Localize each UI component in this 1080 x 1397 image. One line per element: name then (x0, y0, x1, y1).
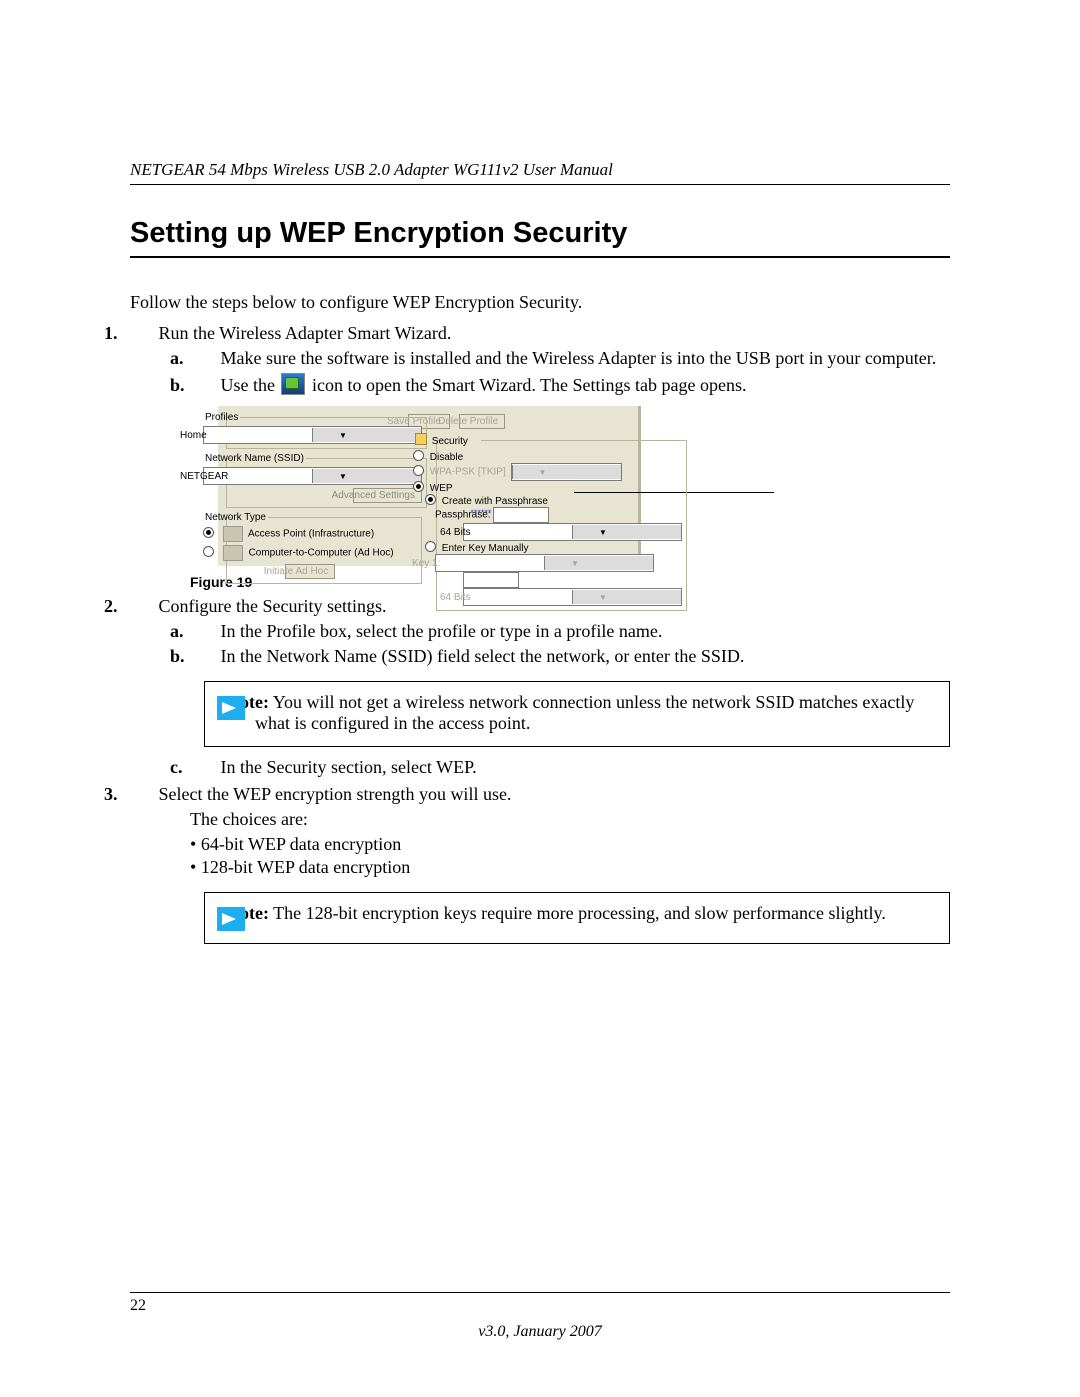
step-text: Select the WEP encryption strength you w… (159, 784, 512, 804)
radio-adhoc-label: Computer-to-Computer (Ad Hoc) (249, 548, 394, 559)
note-arrow-icon (217, 696, 245, 720)
step-3: 3. Select the WEP encryption strength yo… (160, 784, 950, 944)
note-arrow-icon (217, 907, 245, 931)
key-input (463, 572, 519, 588)
radio-disable-label: Disable (430, 452, 463, 463)
step-1a: a. Make sure the software is installed a… (218, 348, 950, 369)
key-select: Key 1: ▼ (435, 554, 654, 572)
bits-select[interactable]: 64 Bits ▼ (463, 523, 682, 541)
step-2: 2. Configure the Security settings. a. I… (160, 596, 950, 778)
substep-letter: b. (194, 646, 216, 667)
substep-text-post: icon to open the Smart Wizard. The Setti… (312, 375, 747, 395)
manual-page: NETGEAR 54 Mbps Wireless USB 2.0 Adapter… (0, 0, 1080, 1397)
profile-value: Home (204, 430, 312, 441)
radio-wep-label: WEP (430, 483, 453, 494)
profiles-legend: Profiles (231, 412, 240, 423)
bullet-128bit: 128-bit WEP data encryption (218, 857, 950, 878)
substep-text: In the Network Name (SSID) field select … (221, 646, 745, 666)
page-number: 22 (130, 1297, 146, 1315)
step-2c: c. In the Security section, select WEP. (218, 757, 950, 778)
substep-text-pre: Use the (221, 375, 275, 395)
radio-disable[interactable] (413, 450, 424, 461)
radio-passphrase[interactable] (425, 494, 436, 505)
substep-letter: c. (194, 757, 216, 778)
profile-select[interactable]: Home ▼ (203, 426, 422, 444)
lock-icon (415, 433, 427, 445)
step-1b: b. Use the icon to open the Smart Wizard… (218, 373, 950, 396)
chevron-down-icon: ▼ (512, 465, 621, 479)
step-number: 1. (132, 323, 154, 344)
bits-select-2: 64 Bits ▼ (463, 588, 682, 606)
step-2b: b. In the Network Name (SSID) field sele… (218, 646, 950, 667)
chevron-down-icon: ▼ (544, 556, 653, 570)
ssid-group: Network Name (SSID) NETGEAR ▼ Advanced S… (226, 453, 427, 508)
radio-wep[interactable] (413, 481, 424, 492)
note-body: The 128-bit encryption keys require more… (273, 903, 886, 923)
note-body: You will not get a wireless network conn… (255, 692, 914, 733)
note-text: Note: You will not get a wireless networ… (255, 692, 937, 734)
chevron-down-icon[interactable]: ▼ (312, 469, 421, 483)
step-text: Run the Wireless Adapter Smart Wizard. (159, 323, 452, 343)
substep-text: Make sure the software is installed and … (221, 348, 937, 368)
footer-version: v3.0, January 2007 (0, 1323, 1080, 1341)
passphrase-input[interactable]: ****** (493, 507, 549, 523)
chevron-down-icon[interactable]: ▼ (572, 525, 681, 539)
radio-wpa-label: WPA-PSK [TKIP] (430, 467, 506, 478)
step-3-line2: The choices are: (190, 809, 950, 830)
advanced-settings-button[interactable]: Advanced Settings (353, 488, 422, 503)
network-type-group: Network Type Access Point (Infrastructur… (226, 512, 422, 584)
ssid-select[interactable]: NETGEAR ▼ (203, 467, 422, 485)
section-heading: Setting up WEP Encryption Security (130, 217, 950, 258)
step-list: 1. Run the Wireless Adapter Smart Wizard… (130, 323, 950, 944)
step-text: Configure the Security settings. (159, 596, 387, 616)
step-number: 3. (132, 784, 154, 805)
note-box-2: Note: The 128-bit encryption keys requir… (204, 892, 950, 944)
bullet-64bit: 64-bit WEP data encryption (218, 834, 950, 855)
figure-19: Profiles Home ▼ Network Name (SSID) NETG… (218, 406, 950, 590)
settings-dialog: Profiles Home ▼ Network Name (SSID) NETG… (218, 406, 641, 566)
intro-paragraph: Follow the steps below to configure WEP … (130, 292, 950, 313)
bits-value: 64 Bits (464, 527, 572, 538)
step-1: 1. Run the Wireless Adapter Smart Wizard… (160, 323, 950, 590)
running-head: NETGEAR 54 Mbps Wireless USB 2.0 Adapter… (130, 160, 950, 185)
security-group: Security Disable WPA-PSK [TKIP] ▼ WEP (436, 433, 687, 611)
ssid-legend: Network Name (SSID) (231, 453, 306, 464)
smart-wizard-icon (281, 373, 305, 395)
ssid-value: NETGEAR (204, 471, 312, 482)
profiles-group: Profiles Home ▼ (226, 412, 427, 449)
footer-rule (130, 1292, 950, 1293)
bits-value-2: 64 Bits (464, 592, 572, 603)
network-type-legend: Network Type (231, 512, 268, 523)
security-legend-text: Security (432, 436, 468, 447)
substep-letter: a. (194, 621, 216, 642)
note-box-1: Note: You will not get a wireless networ… (204, 681, 950, 747)
step-number: 2. (132, 596, 154, 617)
radio-ap-label: Access Point (Infrastructure) (248, 529, 374, 540)
security-legend: Security (441, 433, 481, 447)
substep-letter: a. (194, 348, 216, 369)
step-2a: a. In the Profile box, select the profil… (218, 621, 950, 642)
chevron-down-icon[interactable]: ▼ (312, 428, 421, 442)
substep-text: In the Security section, select WEP. (221, 757, 477, 777)
key-label: Key 1: (436, 558, 544, 569)
substep-letter: b. (194, 375, 216, 396)
radio-manual[interactable] (425, 541, 436, 552)
radio-wpa[interactable] (413, 465, 424, 476)
radio-passphrase-label: Create with Passphrase (442, 496, 548, 507)
radio-ap[interactable] (203, 527, 214, 538)
delete-profile-button[interactable]: Delete Profile (459, 414, 505, 429)
substep-text: In the Profile box, select the profile o… (221, 621, 663, 641)
adhoc-icon (223, 545, 243, 561)
ap-icon (223, 526, 243, 542)
radio-manual-label: Enter Key Manually (442, 543, 529, 554)
initiate-adhoc-button: Initiate Ad Hoc (285, 564, 335, 579)
note-text: Note: The 128-bit encryption keys requir… (255, 903, 886, 924)
radio-adhoc[interactable] (203, 546, 214, 557)
chevron-down-icon: ▼ (572, 590, 681, 604)
